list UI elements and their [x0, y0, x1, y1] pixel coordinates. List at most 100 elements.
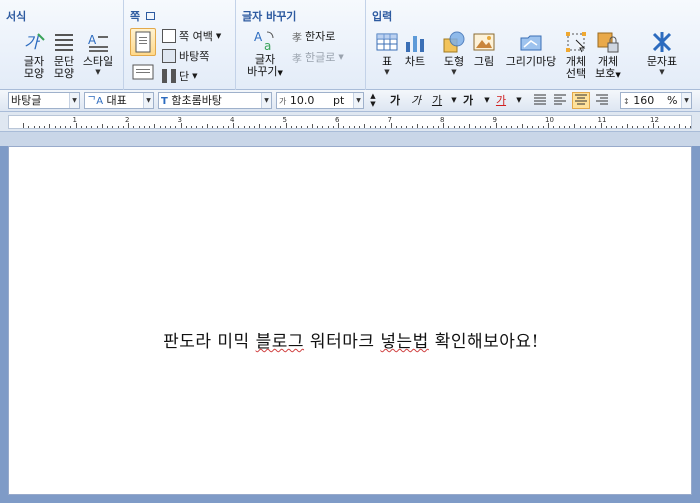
ruler-tick	[432, 126, 434, 128]
ruler-tick	[427, 126, 429, 128]
lock-icon	[597, 32, 619, 53]
ruler-tick	[663, 126, 665, 128]
document-page[interactable]: 판도라 미믹 블로그 워터마크 넣는법 확인해보아요!	[8, 146, 692, 495]
ruler-tick	[112, 126, 114, 128]
ruler-tick	[164, 126, 166, 128]
ruler-tick	[558, 126, 560, 128]
chevron-down-icon: ▼	[338, 53, 344, 61]
chevron-down-icon[interactable]: ▼	[447, 92, 461, 109]
ribbon: 서식 가 글자 모양 문단 모양 A 스타일 ▼ 쪽 쪽 여백 ▼ 바탕쪽 단 …	[0, 0, 700, 90]
bold-button[interactable]: 가	[388, 92, 402, 109]
ruler-tick	[668, 126, 670, 128]
shape-button[interactable]: 도형 ▼	[440, 30, 468, 76]
page-margin-button[interactable]: 쪽 여백 ▼	[162, 28, 221, 44]
chevron-down-icon: ▼	[277, 69, 283, 77]
para-shape-button[interactable]: 문단 모양	[50, 30, 78, 80]
ruler-tick	[154, 124, 156, 128]
ruler-tick	[527, 126, 528, 128]
select-object-button[interactable]: 개체 선택	[562, 30, 590, 80]
page-layout-button[interactable]	[130, 28, 156, 56]
chevron-down-icon: ▼	[384, 68, 390, 76]
ruler-tick	[65, 126, 66, 128]
ruler-tick	[626, 124, 628, 128]
ruler-tick	[201, 126, 203, 128]
horizontal-ruler[interactable]: 12345678910111213	[0, 112, 700, 132]
language-select[interactable]: ᄀA 대표 ▼	[84, 92, 154, 109]
font-size-icon: 가	[279, 97, 287, 106]
chevron-down-icon[interactable]: ▼	[143, 93, 153, 108]
style-button[interactable]: A 스타일 ▼	[80, 30, 116, 76]
chevron-down-icon: ▼	[215, 32, 222, 40]
ruler-tick	[196, 126, 198, 128]
column-button[interactable]: 단 ▼	[162, 68, 198, 84]
ruler-tick	[353, 126, 355, 128]
underline-button[interactable]: 가	[430, 92, 444, 109]
page-landscape-button[interactable]	[130, 60, 156, 86]
ruler-tick	[59, 126, 61, 128]
table-button[interactable]: 표 ▼	[374, 30, 400, 76]
change-glyph-button[interactable]: A a 글자 바꾸기▼	[244, 28, 286, 79]
shape-icon	[443, 31, 465, 53]
font-select[interactable]: T 함초롬바탕 ▼	[158, 92, 272, 109]
font-size-input[interactable]: 가 10.0 pt ▼	[276, 92, 364, 109]
folder-drawing-icon	[520, 35, 542, 51]
char-table-button[interactable]: 문자표 ▼	[642, 30, 682, 76]
protect-object-button[interactable]: 개체 보호▼	[592, 30, 624, 81]
hanja-convert-button[interactable]: 孝 한자로	[292, 28, 335, 44]
chevron-up-icon[interactable]: ▲	[366, 92, 380, 100]
ruler-tick	[464, 126, 465, 128]
ruler-tick	[170, 126, 171, 128]
chevron-down-icon[interactable]: ▼	[261, 93, 271, 108]
page-icon	[135, 31, 151, 53]
ruler-tick	[107, 126, 108, 128]
ruler-tick	[637, 126, 639, 128]
ruler-tick	[574, 124, 576, 128]
chevron-down-icon: ▼	[615, 71, 621, 79]
ruler-tick	[590, 126, 591, 128]
document-text[interactable]: 판도라 미믹 블로그 워터마크 넣는법 확인해보아요!	[9, 327, 693, 352]
font-size-stepper[interactable]: ▲ ▼	[366, 92, 380, 109]
ruler-number: 11	[597, 116, 607, 124]
align-left-button[interactable]	[552, 92, 568, 109]
ruler-tick	[422, 126, 423, 128]
chevron-down-icon[interactable]: ▼	[480, 92, 494, 109]
chevron-down-icon[interactable]: ▼	[353, 93, 363, 108]
ruler-tick	[80, 126, 82, 128]
align-justify-button[interactable]	[532, 92, 548, 109]
ruler-strip[interactable]: 12345678910111213	[8, 115, 692, 129]
chart-button[interactable]: 차트	[402, 30, 428, 68]
ruler-number: 2	[125, 116, 130, 124]
ruler-tick	[579, 126, 581, 128]
style-select[interactable]: 바탕글 ▼	[8, 92, 80, 109]
line-spacing-input[interactable]: ↕ 160 % ▼	[620, 92, 692, 109]
ruler-tick	[674, 126, 675, 128]
ruler-tick	[395, 126, 397, 128]
background-page-button[interactable]: 바탕쪽	[162, 48, 209, 64]
ruler-tick	[411, 126, 413, 128]
align-right-button[interactable]	[594, 92, 610, 109]
ruler-tick	[159, 126, 161, 128]
ruler-tick	[254, 126, 255, 128]
ruler-tick	[38, 126, 40, 128]
ruler-number: 4	[230, 116, 235, 124]
ruler-tick	[453, 126, 455, 128]
strike-button[interactable]: 가	[461, 92, 475, 109]
style-icon: A	[88, 33, 108, 52]
hangul-convert-button[interactable]: 孝 한글로 ▼	[292, 49, 344, 65]
font-color-button[interactable]: 가	[494, 92, 508, 109]
ruler-tick	[133, 126, 135, 128]
draw-gallery-button[interactable]: 그리기마당	[502, 30, 560, 68]
align-center-button[interactable]	[572, 92, 590, 109]
ruler-tick	[563, 126, 565, 128]
chevron-down-icon[interactable]: ▼	[681, 93, 691, 108]
picture-button[interactable]: 그림	[470, 30, 498, 68]
ruler-tick	[33, 126, 35, 128]
chevron-down-icon[interactable]: ▼	[366, 100, 380, 108]
italic-button[interactable]: 가	[409, 92, 423, 109]
chevron-down-icon[interactable]: ▼	[69, 93, 79, 108]
ruler-tick	[269, 126, 271, 128]
chevron-down-icon[interactable]: ▼	[512, 92, 526, 109]
chevron-down-icon: ▼	[451, 68, 457, 76]
char-shape-button[interactable]: 가 글자 모양	[20, 30, 48, 80]
ruler-tick	[348, 126, 350, 128]
